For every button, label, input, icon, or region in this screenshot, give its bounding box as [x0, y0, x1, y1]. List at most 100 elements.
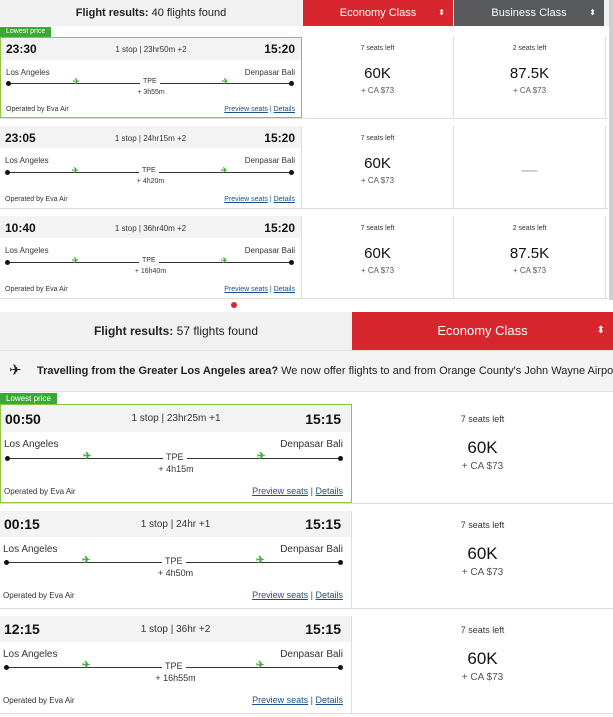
layover-airport: TPE — [139, 257, 159, 264]
results-header: Flight results: 40 flights found Economy… — [0, 0, 613, 26]
operator: Operated by Eva Air — [5, 286, 68, 293]
details-link[interactable]: Details — [315, 695, 343, 705]
origin-city: Los Angeles — [6, 68, 50, 77]
economy-fare-cell[interactable]: 7 seats left 60K + CA $73 — [352, 511, 613, 608]
flight-links: Preview seats | Details — [224, 196, 295, 203]
arrival-time: 15:20 — [264, 42, 295, 56]
results-summary: Flight results: 40 flights found — [0, 0, 302, 26]
flight-results-panel-2: Flight results: 57 flights found Economy… — [0, 312, 613, 717]
seats-left: 2 seats left — [512, 45, 547, 52]
business-fare-cell[interactable]: 2 seats left 87.5K + CA $73 — [454, 216, 606, 298]
flight-row[interactable]: 00:15 1 stop | 24hr +1 15:15 Los Angeles… — [0, 511, 613, 609]
origin-dot — [6, 81, 11, 86]
details-link[interactable]: Details — [274, 196, 295, 203]
fare-tax: + CA $73 — [461, 672, 504, 683]
stops-duration: 1 stop | 24hr15m +2 — [114, 134, 187, 143]
seats-left: 7 seats left — [460, 520, 505, 530]
preview-seats-link[interactable]: Preview seats — [224, 286, 268, 293]
link-separator: | — [310, 590, 313, 600]
business-fare-cell[interactable]: 2 seats left 87.5K + CA $73 — [454, 37, 606, 118]
destination-city: Denpasar Bali — [280, 649, 343, 660]
operator: Operated by Eva Air — [3, 591, 75, 600]
notice-text: We now offer flights to and from Orange … — [281, 365, 613, 377]
destination-dot — [338, 560, 343, 565]
flight-itinerary: 12:15 1 stop | 36hr +2 15:15 Los Angeles… — [0, 616, 352, 713]
arrival-time: 15:20 — [264, 131, 295, 145]
destination-city: Denpasar Bali — [244, 156, 295, 165]
flight-time-bar: 10:40 1 stop | 36hr40m +2 15:20 — [0, 216, 301, 238]
fare-tax: + CA $73 — [512, 86, 547, 95]
fare-tax: + CA $73 — [360, 86, 395, 95]
flight-links: Preview seats | Details — [224, 286, 295, 293]
stops-duration: 1 stop | 23hr50m +2 — [115, 45, 187, 54]
economy-fare-cell[interactable]: 7 seats left 60K + CA $73 — [352, 404, 613, 503]
flight-links: Preview seats | Details — [252, 590, 343, 600]
plane-icon: ✈ — [221, 166, 228, 175]
fare-points: 60K — [364, 155, 391, 172]
cabin-economy-header[interactable]: Economy Class ⬍ — [303, 0, 453, 26]
economy-fare-cell[interactable]: 7 seats left 60K + CA $73 — [302, 126, 454, 208]
results-label: Flight results: — [93, 324, 174, 338]
results-count: 57 flights found — [176, 324, 259, 338]
origin-city: Los Angeles — [3, 544, 58, 555]
economy-fare-cell[interactable]: 7 seats left 60K + CA $73 — [302, 216, 454, 298]
flight-results-panel-1: Flight results: 40 flights found Economy… — [0, 0, 613, 310]
link-separator: | — [310, 695, 313, 705]
fare-points: 60K — [467, 438, 498, 457]
fare-tax: + CA $73 — [360, 266, 395, 275]
flight-time-bar: 23:30 1 stop | 23hr50m +2 15:20 — [1, 38, 301, 60]
stops-duration: 1 stop | 36hr40m +2 — [114, 224, 187, 233]
fare-points: 60K — [467, 544, 498, 563]
cabin-economy-header[interactable]: Economy Class ⬍ — [352, 312, 613, 350]
destination-city: Denpasar Bali — [280, 439, 343, 450]
economy-fare-cell[interactable]: 7 seats left 60K + CA $73 — [352, 616, 613, 713]
cabin-business-header[interactable]: Business Class ⬍ — [454, 0, 604, 26]
fare-points: 87.5K — [509, 65, 550, 82]
results-count: 40 flights found — [151, 7, 227, 19]
airplane-icon: ✈ — [9, 362, 22, 379]
results-summary: Flight results: 57 flights found — [0, 312, 352, 350]
preview-seats-link[interactable]: Preview seats — [224, 196, 268, 203]
link-separator: | — [310, 486, 313, 496]
link-separator: | — [269, 106, 272, 113]
details-link[interactable]: Details — [315, 486, 343, 496]
details-link[interactable]: Details — [315, 590, 343, 600]
fare-tax: + CA $73 — [360, 176, 395, 185]
details-link[interactable]: Details — [274, 286, 295, 293]
scrollbar[interactable] — [609, 0, 613, 300]
preview-seats-link[interactable]: Preview seats — [224, 106, 268, 113]
results-header: Flight results: 57 flights found Economy… — [0, 312, 613, 350]
preview-seats-link[interactable]: Preview seats — [252, 590, 308, 600]
flight-row[interactable]: 23:05 1 stop | 24hr15m +2 15:20 Los Ange… — [0, 126, 608, 209]
business-fare-cell: — — [454, 126, 606, 208]
layover-duration: + 16h40m — [134, 268, 167, 275]
flight-itinerary: 23:30 1 stop | 23hr50m +2 15:20 Los Ange… — [0, 37, 302, 118]
destination-dot — [289, 170, 294, 175]
arrival-time: 15:15 — [305, 411, 341, 427]
flight-time-bar: 00:50 1 stop | 23hr25m +1 15:15 — [1, 405, 351, 432]
plane-icon: ✈ — [82, 660, 91, 671]
flight-itinerary: 23:05 1 stop | 24hr15m +2 15:20 Los Ange… — [0, 126, 302, 208]
flight-row[interactable]: 00:50 1 stop | 23hr25m +1 15:15 Los Ange… — [0, 404, 613, 504]
flight-itinerary: 00:15 1 stop | 24hr +1 15:15 Los Angeles… — [0, 511, 352, 608]
plane-icon: ✈ — [257, 451, 266, 462]
destination-city: Denpasar Bali — [244, 68, 295, 77]
cabin-label: Economy Class — [339, 7, 417, 19]
flight-row[interactable]: 23:30 1 stop | 23hr50m +2 15:20 Los Ange… — [0, 37, 608, 119]
destination-dot — [289, 81, 294, 86]
layover-duration: + 16h55m — [155, 673, 196, 683]
preview-seats-link[interactable]: Preview seats — [252, 695, 308, 705]
flight-row[interactable]: 10:40 1 stop | 36hr40m +2 15:20 Los Ange… — [0, 216, 608, 299]
layover-airport: TPE — [139, 167, 159, 174]
details-link[interactable]: Details — [274, 106, 295, 113]
stops-duration: 1 stop | 24hr +1 — [140, 519, 211, 530]
fare-tax: + CA $73 — [512, 266, 547, 275]
flight-row[interactable]: 12:15 1 stop | 36hr +2 15:15 Los Angeles… — [0, 616, 613, 714]
plane-icon: ✈ — [73, 77, 80, 86]
stops-duration: 1 stop | 23hr25m +1 — [131, 413, 221, 424]
layover-duration: + 3h55m — [137, 89, 165, 96]
economy-fare-cell[interactable]: 7 seats left 60K + CA $73 — [302, 37, 454, 118]
notice-heading: Travelling from the Greater Los Angeles … — [37, 365, 279, 377]
origin-city: Los Angeles — [5, 156, 49, 165]
preview-seats-link[interactable]: Preview seats — [252, 486, 308, 496]
